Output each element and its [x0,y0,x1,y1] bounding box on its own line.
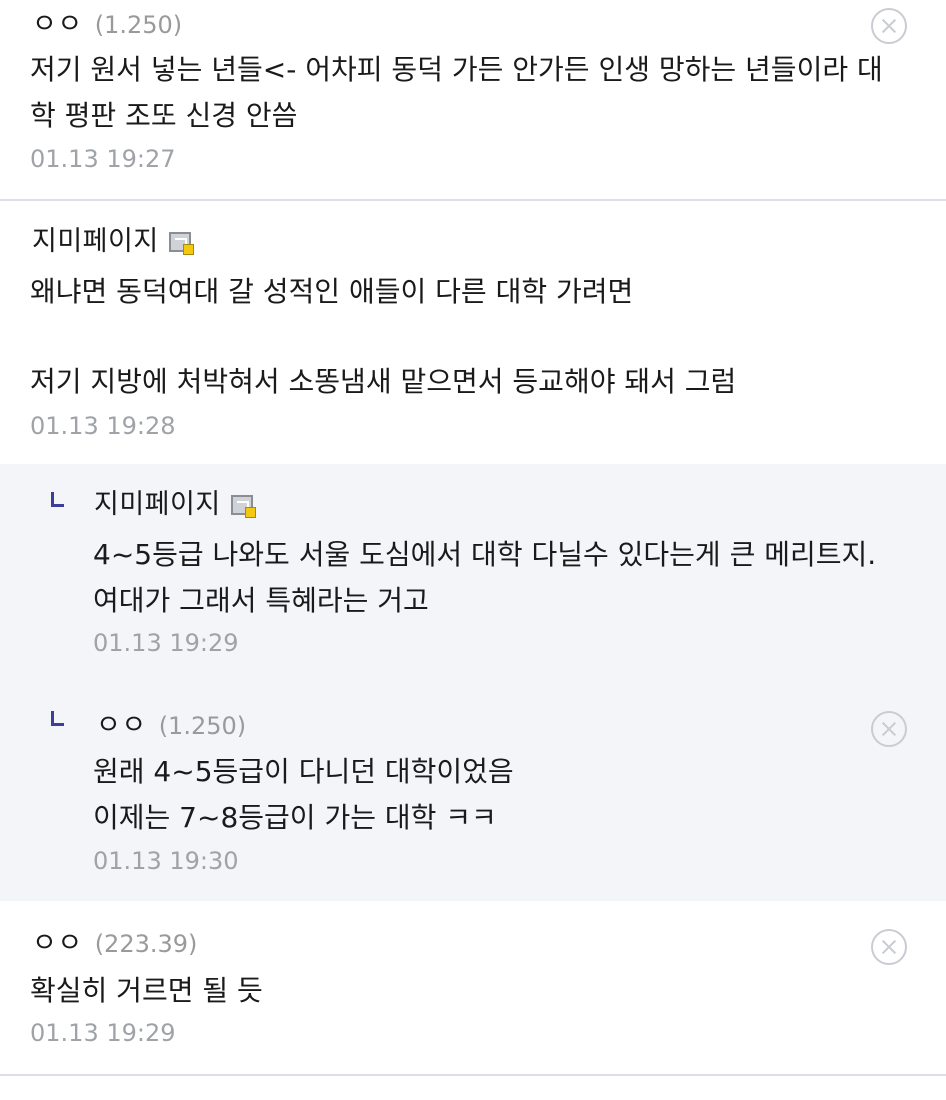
comment-header: 지미페이지 [32,219,194,258]
comment-header: ㅇㅇ (1.250) [96,703,246,742]
comment-item: ㅇㅇ (223.39) 확실히 거르면 될 듯 01.13 19:29 [0,901,946,1076]
comment-text-line: 원래 4~5등급이 다니던 대학이었음 [93,755,514,788]
comment-header: 지미페이지 [94,482,256,521]
comment-nickname[interactable]: 지미페이지 [32,226,159,257]
comment-nickname[interactable]: ㅇㅇ [32,9,83,40]
comment-text-line: 4~5등급 나와도 서울 도심에서 대학 다닐수 있다는게 큰 메리트지. [93,538,877,571]
comment-nickname[interactable]: ㅇㅇ [32,928,83,959]
delete-comment-button[interactable] [871,711,907,747]
comment-text-line: 학 평판 조또 신경 안씀 [30,99,298,132]
delete-comment-button[interactable] [871,8,907,44]
reply-item: 지미페이지 4~5등급 나와도 서울 도심에서 대학 다닐수 있다는게 큰 메리… [0,464,946,685]
comment-text-line: 왜냐면 동덕여대 갈 성적인 애들이 다른 대학 가려면 [30,275,634,308]
fixed-nick-icon [168,232,194,255]
comment-header: ㅇㅇ (223.39) [32,921,197,960]
reply-item: ㅇㅇ (1.250) 원래 4~5등급이 다니던 대학이었음 이제는 7~8등급이… [0,683,946,903]
comment-header: ㅇㅇ (1.250) [32,2,182,41]
comment-timestamp: 01.13 19:29 [30,1019,176,1047]
reply-arrow-icon [51,492,64,507]
comment-ip: (223.39) [94,930,198,958]
comment-ip: (1.250) [94,11,183,39]
comment-text-line: 저기 원서 넣는 년들<- 어차피 동덕 가든 안가든 인생 망하는 년들이라 … [30,53,883,86]
comment-nickname[interactable]: ㅇㅇ [96,710,147,741]
comment-nickname[interactable]: 지미페이지 [94,489,221,520]
comment-timestamp: 01.13 19:27 [30,145,176,173]
comment-item: ㅇㅇ (1.250) 저기 원서 넣는 년들<- 어차피 동덕 가든 안가든 인생… [0,0,946,201]
comment-item-partial [0,1076,946,1100]
comment-text-line: 저기 지방에 처박혀서 소똥냄새 맡으면서 등교해야 돼서 그럼 [30,365,737,398]
comment-timestamp: 01.13 19:29 [93,629,239,657]
comment-item: 지미페이지 왜냐면 동덕여대 갈 성적인 애들이 다른 대학 가려면 저기 지방… [0,201,946,466]
comment-ip: (1.250) [158,712,247,740]
comment-text-line: 확실히 거르면 될 듯 [30,974,263,1007]
delete-comment-button[interactable] [871,929,907,965]
reply-arrow-icon [51,711,64,726]
comment-text-line: 이제는 7~8등급이 가는 대학 ㅋㅋ [93,801,497,834]
comment-timestamp: 01.13 19:28 [30,412,176,440]
fixed-nick-icon [230,495,256,518]
comment-timestamp: 01.13 19:30 [93,847,239,875]
comment-text-line: 여대가 그래서 특혜라는 거고 [93,584,429,617]
